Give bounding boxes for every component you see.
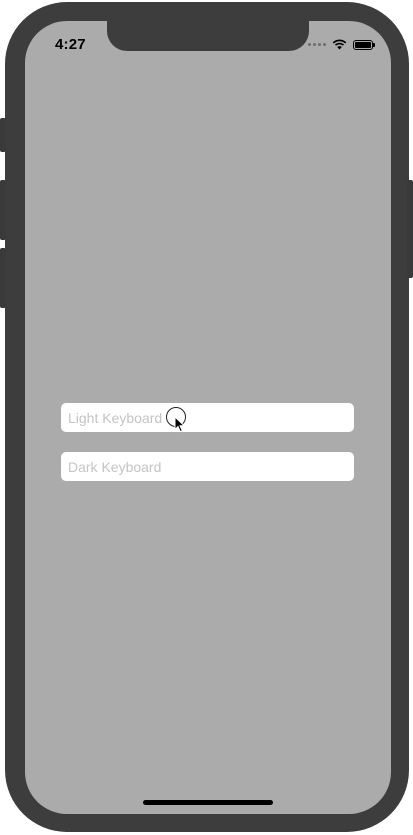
device-screen: 4:27 Light Keyboard Dark Keyboard xyxy=(25,21,391,814)
wifi-icon xyxy=(332,39,347,50)
status-bar-time: 4:27 xyxy=(55,36,86,53)
notch xyxy=(107,21,309,51)
home-indicator[interactable] xyxy=(143,800,273,805)
battery-icon xyxy=(353,39,375,50)
volume-down-button xyxy=(0,248,6,308)
mouse-pointer-icon xyxy=(174,416,186,433)
light-keyboard-placeholder: Light Keyboard xyxy=(68,409,163,426)
dark-keyboard-placeholder: Dark Keyboard xyxy=(68,458,162,475)
light-keyboard-field[interactable]: Light Keyboard xyxy=(61,403,354,432)
silent-switch xyxy=(0,118,6,152)
status-bar-icons xyxy=(308,39,375,50)
volume-up-button xyxy=(0,180,6,240)
cellular-signal-icon xyxy=(308,43,326,46)
dark-keyboard-field[interactable]: Dark Keyboard xyxy=(61,452,354,481)
power-button xyxy=(407,180,413,278)
